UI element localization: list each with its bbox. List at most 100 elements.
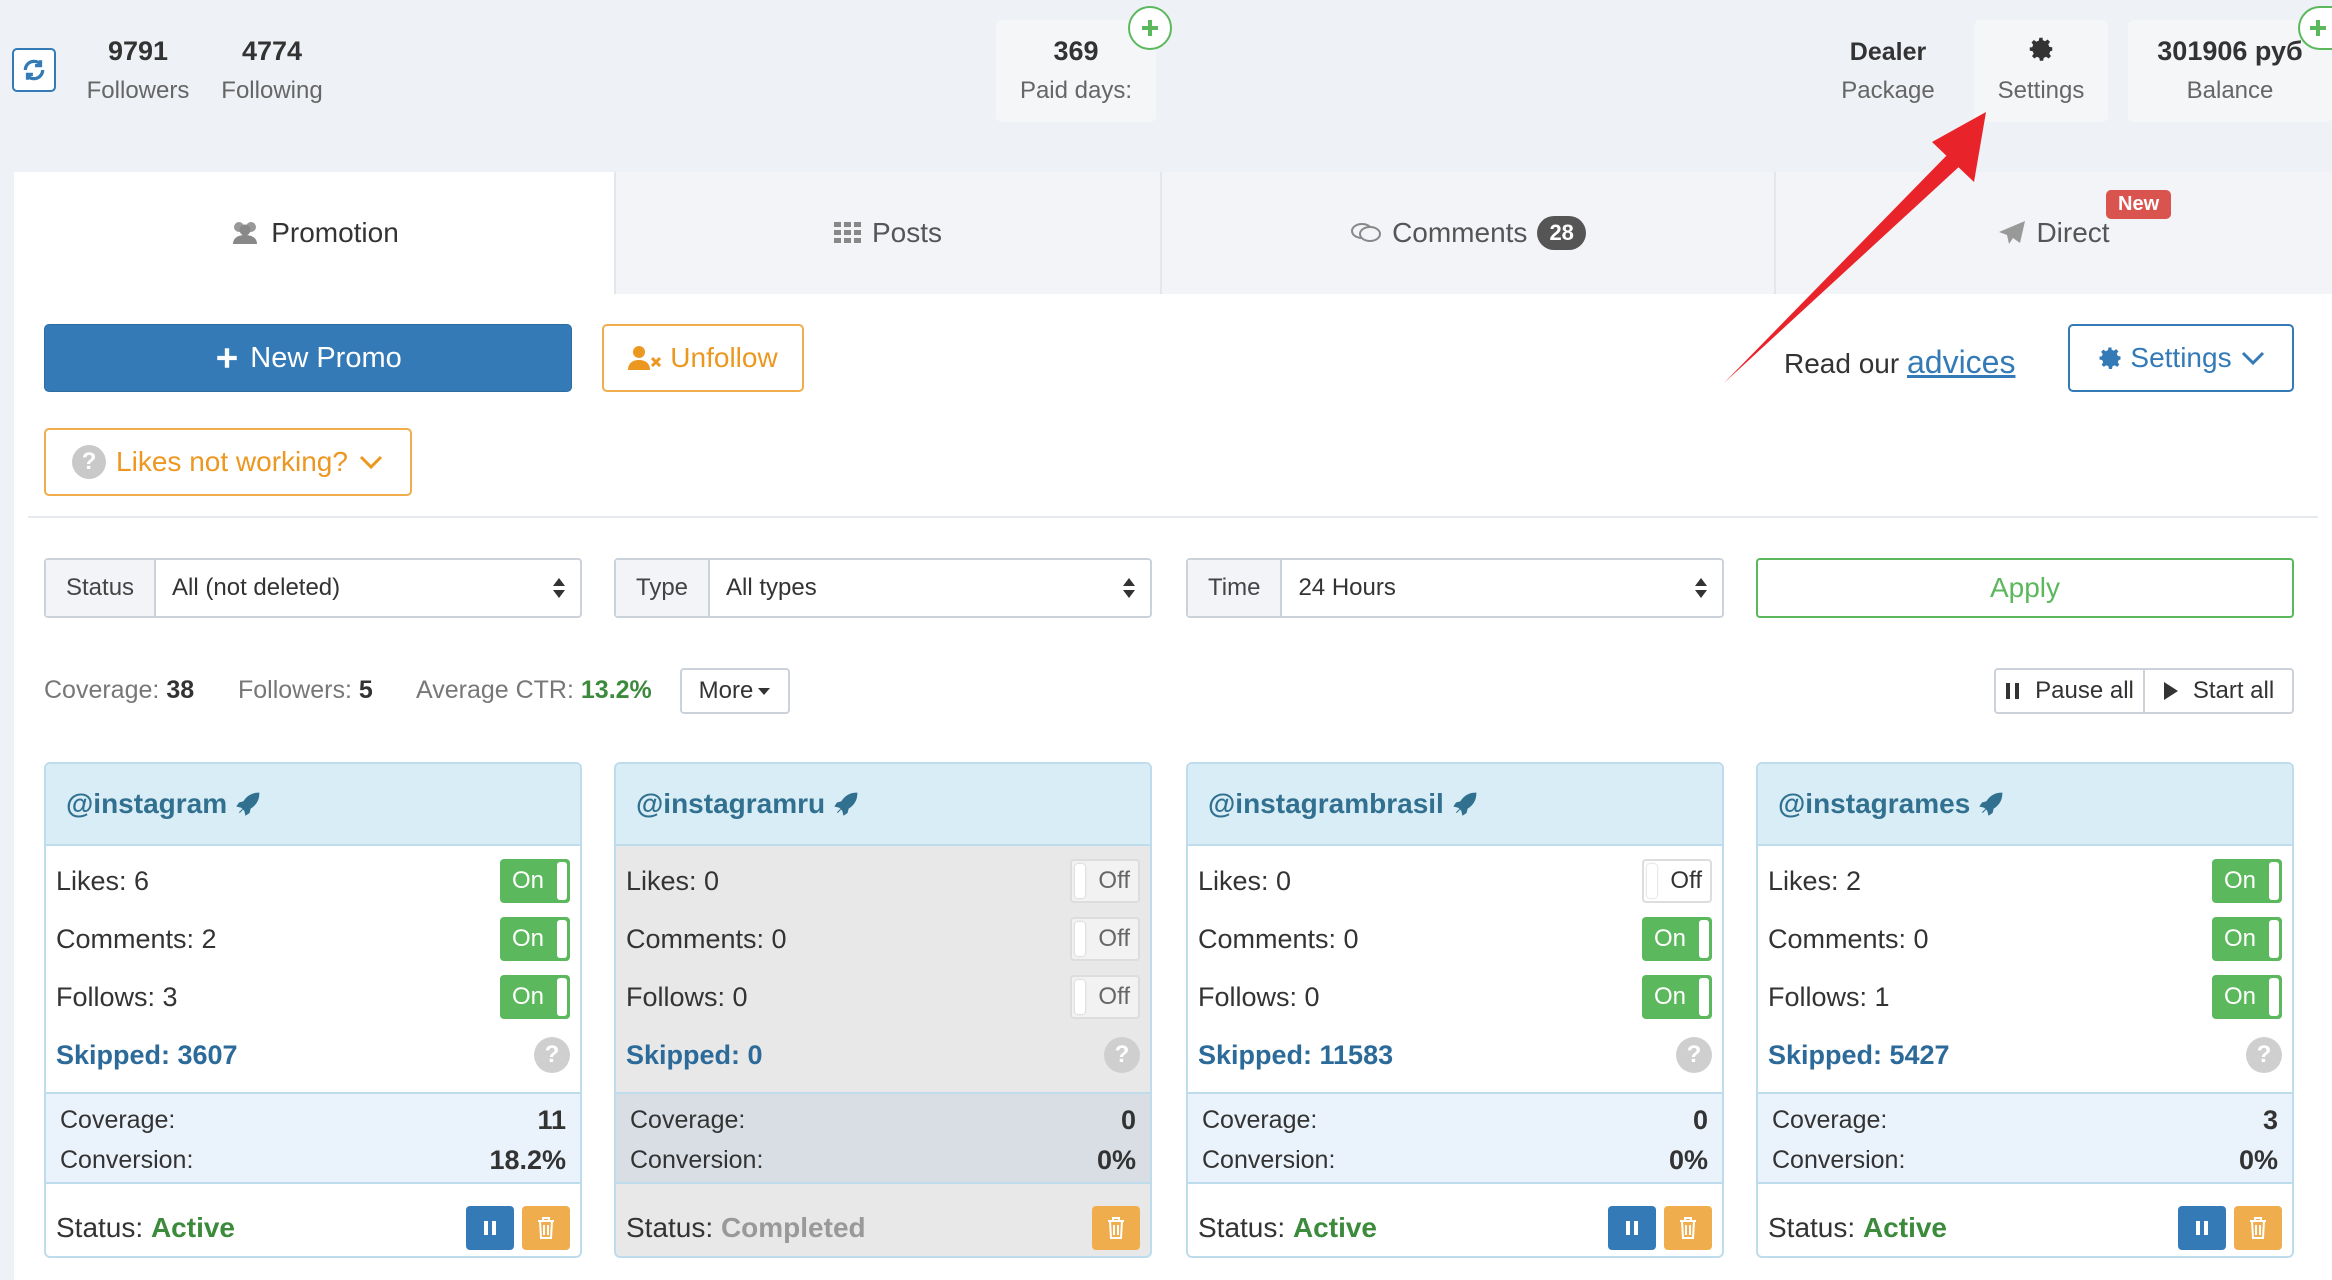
likes-toggle[interactable]: Off xyxy=(1642,859,1712,903)
tab-promotion-label: Promotion xyxy=(271,217,399,248)
help-icon[interactable]: ? xyxy=(1676,1037,1712,1073)
follows-count: Follows: 3 xyxy=(56,981,178,1012)
add-paid-days-button[interactable] xyxy=(1128,6,1172,50)
follows-toggle[interactable]: On xyxy=(1642,975,1712,1019)
status-row: Status: Active xyxy=(46,1184,580,1256)
skipped-count: Skipped: 5427 xyxy=(1768,1039,1950,1070)
sort-arrows-icon xyxy=(1695,578,1707,598)
rocket-icon xyxy=(833,791,859,817)
delete-button[interactable] xyxy=(2234,1206,2282,1250)
follows-toggle[interactable]: On xyxy=(500,975,570,1019)
likes-row: Likes: 0 Off xyxy=(616,852,1150,910)
sort-arrows-icon xyxy=(1123,578,1135,598)
more-dropdown[interactable]: More xyxy=(680,668,790,714)
comments-toggle[interactable]: On xyxy=(2212,917,2282,961)
tab-comments[interactable]: Comments 28 xyxy=(1162,172,1776,294)
conversion-label: Conversion: xyxy=(1202,1145,1336,1174)
caret-down-icon xyxy=(758,688,771,695)
grid-icon xyxy=(833,222,862,244)
delete-button[interactable] xyxy=(1664,1206,1712,1250)
user-times-icon xyxy=(628,346,662,370)
annotation-arrow xyxy=(1724,112,1986,383)
pause-button[interactable] xyxy=(2178,1206,2226,1250)
promo-card: @instagramru Likes: 0 Off Comments: 0 Of… xyxy=(614,762,1152,1258)
delete-button[interactable] xyxy=(1092,1206,1140,1250)
status-row: Status: Active xyxy=(1188,1184,1722,1256)
conversion-value: 0% xyxy=(2238,1144,2278,1175)
likes-toggle[interactable]: On xyxy=(2212,859,2282,903)
comments-count: Comments: 0 xyxy=(1198,923,1359,954)
gear-icon xyxy=(2099,347,2121,369)
pause-all-label: Pause all xyxy=(2035,677,2134,704)
trash-icon xyxy=(2250,1217,2266,1239)
likes-count: Likes: 0 xyxy=(1198,865,1292,896)
tab-posts-label: Posts xyxy=(871,217,943,248)
likes-toggle[interactable]: Off xyxy=(1070,859,1140,903)
followers-label: Followers xyxy=(86,77,190,104)
paid-days-count: 369 xyxy=(1053,36,1099,66)
tab-promotion[interactable]: Promotion xyxy=(14,172,616,294)
status-value: Active xyxy=(1862,1212,1947,1243)
comments-icon xyxy=(1350,221,1382,245)
status-label: Status: xyxy=(1198,1212,1286,1243)
more-label: More xyxy=(698,677,754,704)
new-promo-label: New Promo xyxy=(250,341,402,374)
chevron-down-icon xyxy=(359,455,383,470)
promo-card-header[interactable]: @instagramru xyxy=(616,764,1150,846)
type-filter[interactable]: Type All types xyxy=(614,558,1152,618)
follows-toggle[interactable]: Off xyxy=(1070,975,1140,1019)
time-filter[interactable]: Time 24 Hours xyxy=(1186,558,1724,618)
help-icon[interactable]: ? xyxy=(2246,1037,2282,1073)
skipped-row: Skipped: 0 ? xyxy=(616,1026,1150,1084)
start-all-label: Start all xyxy=(2192,677,2275,704)
chevron-down-icon xyxy=(2241,351,2264,366)
likes-not-working-dropdown[interactable]: ? Likes not working? xyxy=(44,428,412,496)
following-stat: 4774 Following xyxy=(218,38,326,103)
comments-toggle[interactable]: Off xyxy=(1070,917,1140,961)
status-label: Status: xyxy=(56,1212,144,1243)
rocket-icon xyxy=(235,791,261,817)
promo-card-header[interactable]: @instagrames xyxy=(1758,764,2292,846)
status-filter[interactable]: Status All (not deleted) xyxy=(44,558,582,618)
conversion-label: Conversion: xyxy=(630,1145,764,1174)
new-promo-button[interactable]: New Promo xyxy=(44,324,572,392)
pause-icon xyxy=(2006,683,2020,699)
pause-all-button[interactable]: Pause all xyxy=(1996,670,2143,712)
unfollow-label: Unfollow xyxy=(670,342,778,373)
settings-dropdown-button[interactable]: Settings xyxy=(2068,324,2294,392)
pause-icon xyxy=(1626,1221,1638,1235)
skipped-count: Skipped: 3607 xyxy=(56,1039,238,1070)
follows-toggle[interactable]: On xyxy=(2212,975,2282,1019)
plus-icon xyxy=(2310,20,2326,36)
unfollow-button[interactable]: Unfollow xyxy=(602,324,804,392)
pause-button[interactable] xyxy=(466,1206,514,1250)
tab-posts[interactable]: Posts xyxy=(616,172,1162,294)
promo-account[interactable]: @instagramru xyxy=(636,788,825,820)
start-all-button[interactable]: Start all xyxy=(2143,670,2292,712)
comments-row: Comments: 0 Off xyxy=(616,910,1150,968)
help-icon[interactable]: ? xyxy=(534,1037,570,1073)
likes-toggle[interactable]: On xyxy=(500,859,570,903)
sort-arrows-icon xyxy=(553,578,565,598)
question-icon: ? xyxy=(72,445,107,479)
promo-account[interactable]: @instagram xyxy=(66,788,227,820)
coverage-value: 11 xyxy=(537,1104,566,1135)
delete-button[interactable] xyxy=(522,1206,570,1250)
coverage-value: 0 xyxy=(1692,1104,1708,1135)
skipped-count: Skipped: 11583 xyxy=(1198,1039,1394,1070)
refresh-button[interactable] xyxy=(12,48,56,92)
promo-card-header[interactable]: @instagrambrasil xyxy=(1188,764,1722,846)
promo-account[interactable]: @instagrambrasil xyxy=(1208,788,1444,820)
promo-card-header[interactable]: @instagram xyxy=(46,764,580,846)
pause-button[interactable] xyxy=(1608,1206,1656,1250)
comments-toggle[interactable]: On xyxy=(1642,917,1712,961)
apply-button[interactable]: Apply xyxy=(1756,558,2294,618)
status-label: Status: xyxy=(1768,1212,1856,1243)
help-icon[interactable]: ? xyxy=(1104,1037,1140,1073)
divider xyxy=(28,516,2318,518)
plus-icon xyxy=(217,348,237,368)
conversion-value: 0% xyxy=(1096,1144,1136,1175)
comments-toggle[interactable]: On xyxy=(500,917,570,961)
pause-icon xyxy=(484,1221,496,1235)
promo-account[interactable]: @instagrames xyxy=(1778,788,1970,820)
